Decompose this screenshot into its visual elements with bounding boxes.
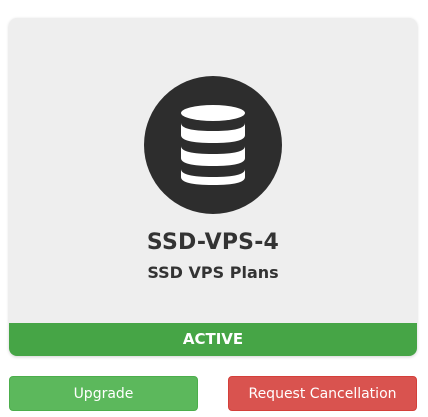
product-details: SSD-VPS-4 SSD VPS Plans — [9, 18, 417, 323]
product-panel: SSD-VPS-4 SSD VPS Plans ACTIVE — [9, 18, 417, 356]
product-name: SSD-VPS-4 — [146, 230, 280, 255]
database-icon — [181, 105, 245, 185]
product-icon-circle — [144, 76, 282, 214]
status-badge: ACTIVE — [9, 323, 417, 356]
upgrade-button[interactable]: Upgrade — [9, 376, 198, 411]
request-cancellation-button[interactable]: Request Cancellation — [228, 376, 417, 411]
product-group: SSD VPS Plans — [147, 263, 279, 282]
